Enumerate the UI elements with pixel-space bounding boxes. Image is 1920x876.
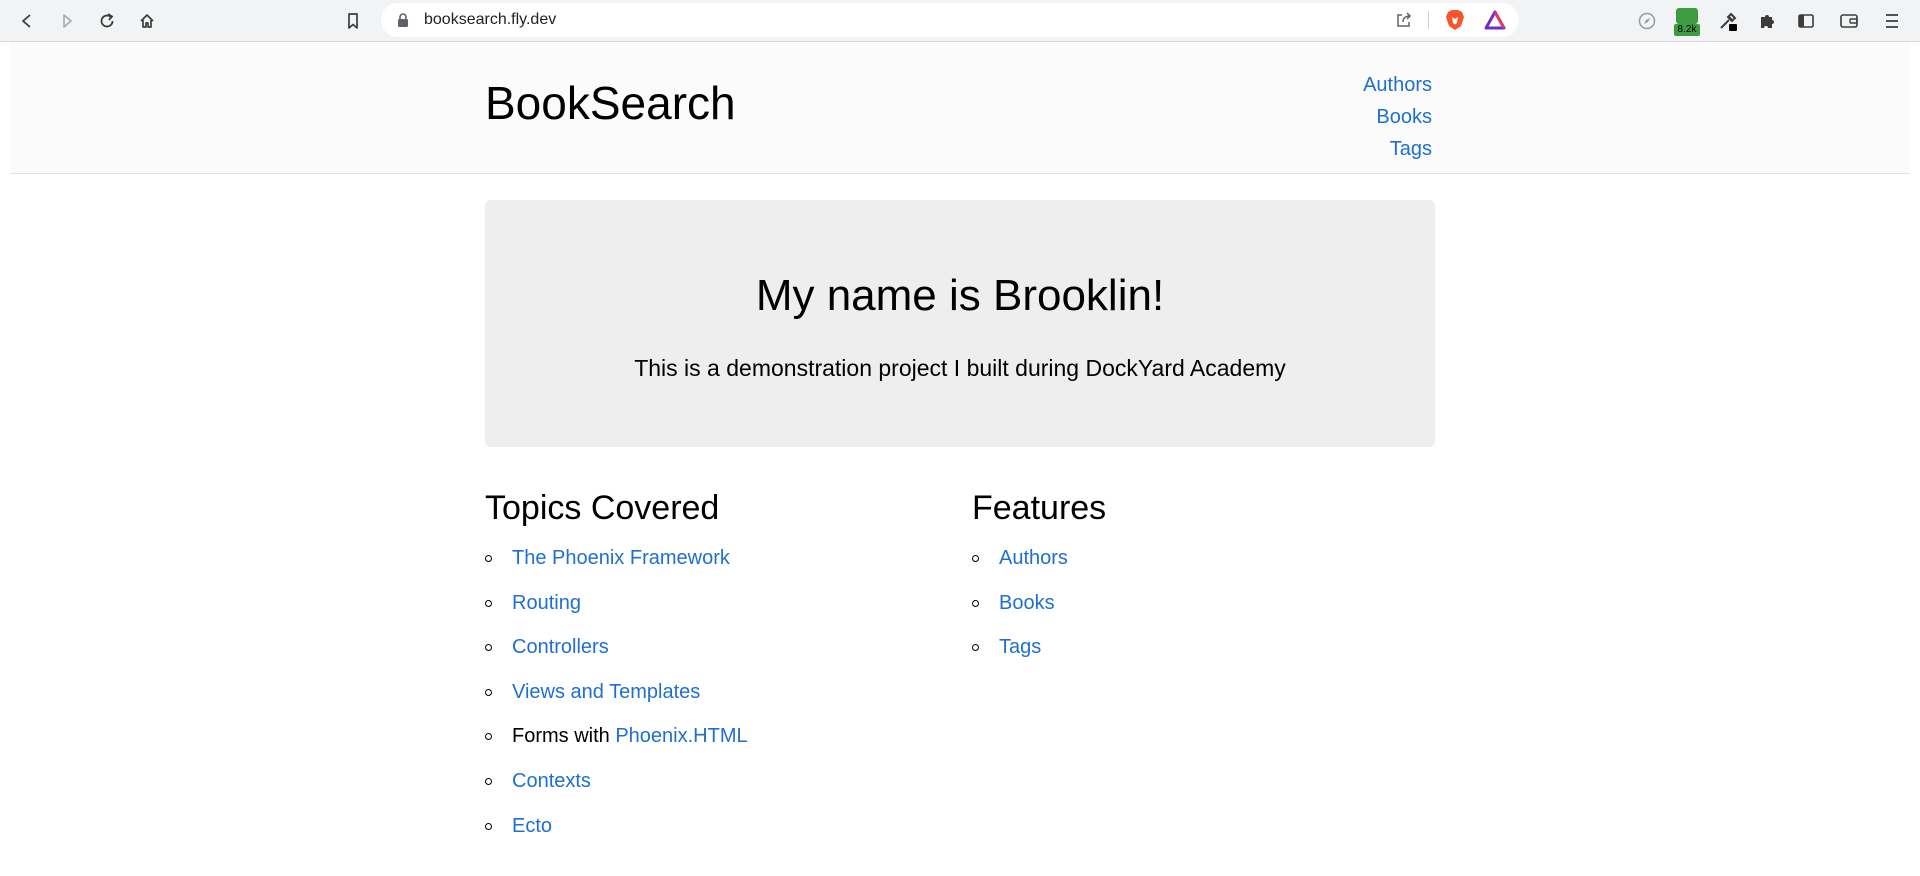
sidebar-icon <box>1798 14 1814 28</box>
feature-link-authors[interactable]: Authors <box>999 547 1068 569</box>
features-list: Authors Books Tags <box>972 546 1442 680</box>
share-icon <box>1397 12 1412 27</box>
home-button[interactable] <box>132 6 162 36</box>
list-item: Contexts <box>485 769 955 814</box>
nav-link-tags[interactable]: Tags <box>1363 133 1432 165</box>
nav-link-books[interactable]: Books <box>1363 101 1432 133</box>
bullet-icon <box>972 555 979 562</box>
topic-link-views-templates[interactable]: Views and Templates <box>512 681 700 703</box>
list-item: Ecto <box>485 814 955 859</box>
extension-counter-button[interactable]: 8.2k <box>1674 8 1700 36</box>
bullet-icon <box>485 644 492 652</box>
topics-section: Topics Covered The Phoenix Framework Rou… <box>485 486 955 858</box>
bullet-icon <box>485 733 492 741</box>
lock-icon <box>398 13 408 27</box>
main-nav: Authors Books Tags <box>1363 69 1432 165</box>
reload-button[interactable] <box>92 6 122 36</box>
list-item: Forms with Phoenix.HTML <box>485 724 955 769</box>
topic-link-controllers[interactable]: Controllers <box>512 636 609 658</box>
topic-prefix: Forms with <box>512 725 616 748</box>
page-content: BookSearch Authors Books Tags My name is… <box>10 43 1910 876</box>
topic-link-ecto[interactable]: Ecto <box>512 815 552 837</box>
hero-subtitle: This is a demonstration project I built … <box>634 355 1286 381</box>
back-arrow-icon <box>22 14 31 28</box>
list-item: Routing <box>485 591 955 636</box>
menu-button[interactable] <box>1877 6 1907 36</box>
bookmark-icon <box>348 13 358 29</box>
topic-link-phoenix-framework[interactable]: The Phoenix Framework <box>512 547 730 569</box>
bookmark-button[interactable] <box>338 6 368 36</box>
features-section: Features Authors Books Tags <box>972 486 1442 680</box>
extension-logo-icon <box>1676 8 1698 24</box>
home-icon <box>140 14 154 28</box>
list-item: Authors <box>972 546 1442 591</box>
list-item: Books <box>972 591 1442 636</box>
feature-link-books[interactable]: Books <box>999 592 1055 614</box>
share-button[interactable] <box>1393 9 1415 31</box>
brave-lion-icon <box>1446 10 1464 30</box>
extensions-button[interactable] <box>1752 6 1782 36</box>
rewards-triangle-icon <box>1484 10 1506 30</box>
topic-link-contexts[interactable]: Contexts <box>512 770 591 792</box>
omnibox-divider <box>1428 11 1429 29</box>
bullet-icon <box>485 599 492 607</box>
topic-link-phoenix-html[interactable]: Phoenix.HTML <box>615 725 747 747</box>
bullet-icon <box>972 644 979 652</box>
url-text: booksearch.fly.dev <box>424 11 557 28</box>
hero-title: My name is Brooklin! <box>755 271 1165 320</box>
topics-list: The Phoenix Framework Routing Controller… <box>485 546 955 858</box>
vpn-button[interactable] <box>1632 6 1662 36</box>
reload-icon <box>100 13 114 28</box>
bullet-icon <box>485 688 492 696</box>
hamburger-menu-icon <box>1886 14 1898 28</box>
site-header: BookSearch Authors Books Tags <box>10 43 1910 174</box>
hero-banner: My name is Brooklin! This is a demonstra… <box>485 200 1435 447</box>
brave-shields-button[interactable] <box>1444 9 1466 31</box>
list-item: Tags <box>972 635 1442 680</box>
address-bar[interactable]: booksearch.fly.dev <box>381 3 1519 37</box>
topic-link-routing[interactable]: Routing <box>512 592 581 614</box>
eyedropper-icon <box>1720 12 1737 31</box>
browser-toolbar: booksearch.fly.dev 8.2k <box>0 0 1920 42</box>
compass-icon <box>1638 12 1656 30</box>
wallet-icon <box>1840 14 1858 28</box>
forward-arrow-icon <box>63 14 72 28</box>
topics-heading: Topics Covered <box>485 489 720 527</box>
bullet-icon <box>485 555 492 562</box>
nav-link-authors[interactable]: Authors <box>1363 69 1432 101</box>
forward-button[interactable] <box>52 6 82 36</box>
sidebar-toggle-button[interactable] <box>1791 6 1821 36</box>
list-item: The Phoenix Framework <box>485 546 955 591</box>
back-button[interactable] <box>12 6 42 36</box>
feature-link-tags[interactable]: Tags <box>999 636 1041 658</box>
list-item: Controllers <box>485 635 955 680</box>
bullet-icon <box>485 822 492 830</box>
wallet-button[interactable] <box>1834 6 1864 36</box>
puzzle-piece-icon <box>1761 15 1774 28</box>
site-logo[interactable]: BookSearch <box>485 75 736 131</box>
features-heading: Features <box>972 489 1107 527</box>
bullet-icon <box>485 777 492 785</box>
brave-rewards-button[interactable] <box>1484 9 1506 31</box>
list-item: Views and Templates <box>485 680 955 725</box>
bullet-icon <box>972 599 979 607</box>
eyedropper-extension-button[interactable] <box>1713 6 1743 36</box>
extension-badge-count: 8.2k <box>1674 24 1700 36</box>
